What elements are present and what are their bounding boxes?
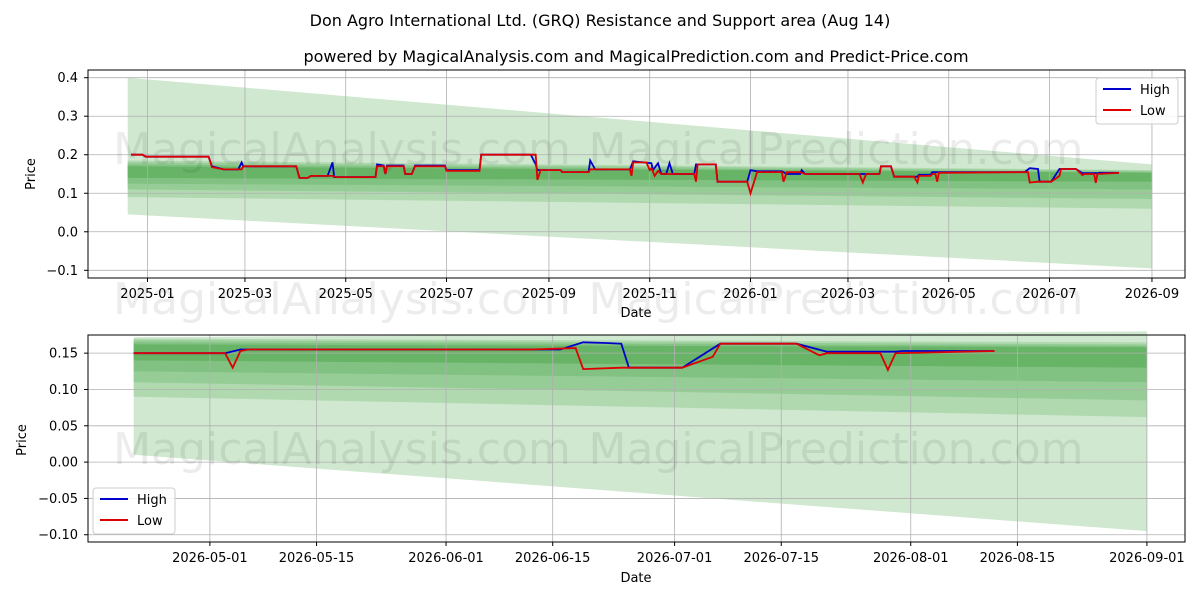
watermark-analysis-bottom: MagicalAnalysis.com — [113, 424, 571, 475]
top-legend: High Low — [1095, 77, 1179, 125]
top-xtick-label-2: 2025-05 — [319, 287, 373, 302]
bottom-plot: MagicalAnalysis.com MagicalPrediction.co… — [15, 331, 1186, 586]
bottom-ylabel: Price — [15, 424, 30, 456]
bottom-legend-high: High — [137, 493, 167, 508]
top-xlabel: Date — [620, 306, 651, 321]
bottom-legend: High Low — [92, 487, 176, 535]
chart-subtitle: powered by MagicalAnalysis.com and Magic… — [303, 47, 968, 66]
top-xtick-label-6: 2026-01 — [723, 287, 777, 302]
bottom-xtick-label-3: 2026-06-15 — [515, 551, 591, 566]
bottom-xtick-label-2: 2026-06-01 — [408, 551, 484, 566]
top-xtick-label-3: 2025-07 — [419, 287, 473, 302]
top-ytick-label-4: 0.0 — [57, 225, 78, 240]
top-xtick-label-10: 2026-09 — [1125, 287, 1179, 302]
top-xtick-label-5: 2025-11 — [623, 287, 677, 302]
bottom-ytick-label-5: −0.10 — [38, 528, 78, 543]
top-xtick-label-8: 2026-05 — [922, 287, 976, 302]
watermark-analysis-top: MagicalAnalysis.com — [113, 124, 571, 175]
top-ytick-label-5: −0.1 — [46, 264, 78, 279]
top-ytick-label-1: 0.3 — [57, 110, 78, 125]
top-ytick-label-0: 0.4 — [57, 71, 78, 86]
top-plot: MagicalAnalysis.com MagicalPrediction.co… — [24, 69, 1186, 325]
top-ytick-label-2: 0.2 — [57, 148, 78, 163]
watermark-prediction-bottom: MagicalPrediction.com — [589, 424, 1084, 475]
top-ylabel: Price — [24, 158, 39, 190]
chart-title: Don Agro International Ltd. (GRQ) Resist… — [310, 11, 891, 30]
watermark-prediction-top: MagicalPrediction.com — [589, 124, 1084, 175]
top-xtick-label-9: 2026-07 — [1022, 287, 1076, 302]
top-ytick-label-3: 0.1 — [57, 187, 78, 202]
bottom-ytick-label-2: 0.05 — [49, 419, 78, 434]
bottom-xtick-label-6: 2026-08-01 — [873, 551, 949, 566]
bottom-ytick-label-4: −0.05 — [38, 492, 78, 507]
top-xtick-label-0: 2025-01 — [120, 287, 174, 302]
top-xtick-label-4: 2025-09 — [522, 287, 576, 302]
bottom-xtick-label-8: 2026-09-01 — [1109, 551, 1185, 566]
figure: Don Agro International Ltd. (GRQ) Resist… — [0, 0, 1200, 600]
bottom-xtick-label-7: 2026-08-15 — [980, 551, 1056, 566]
top-legend-high: High — [1140, 83, 1170, 98]
bottom-xlabel: Date — [620, 571, 651, 586]
top-xtick-label-7: 2026-03 — [821, 287, 875, 302]
bottom-xtick-label-5: 2026-07-15 — [743, 551, 819, 566]
bottom-xtick-label-1: 2026-05-15 — [279, 551, 355, 566]
bottom-legend-low: Low — [137, 514, 163, 529]
bottom-ytick-label-3: 0.00 — [49, 456, 78, 471]
top-legend-low: Low — [1140, 104, 1166, 119]
bottom-ytick-label-0: 0.15 — [49, 347, 78, 362]
chart-canvas: Don Agro International Ltd. (GRQ) Resist… — [15, 11, 1186, 586]
bottom-xtick-label-4: 2026-07-01 — [637, 551, 713, 566]
bottom-xtick-label-0: 2026-05-01 — [172, 551, 248, 566]
bottom-ytick-label-1: 0.10 — [49, 383, 78, 398]
top-xtick-label-1: 2025-03 — [218, 287, 272, 302]
